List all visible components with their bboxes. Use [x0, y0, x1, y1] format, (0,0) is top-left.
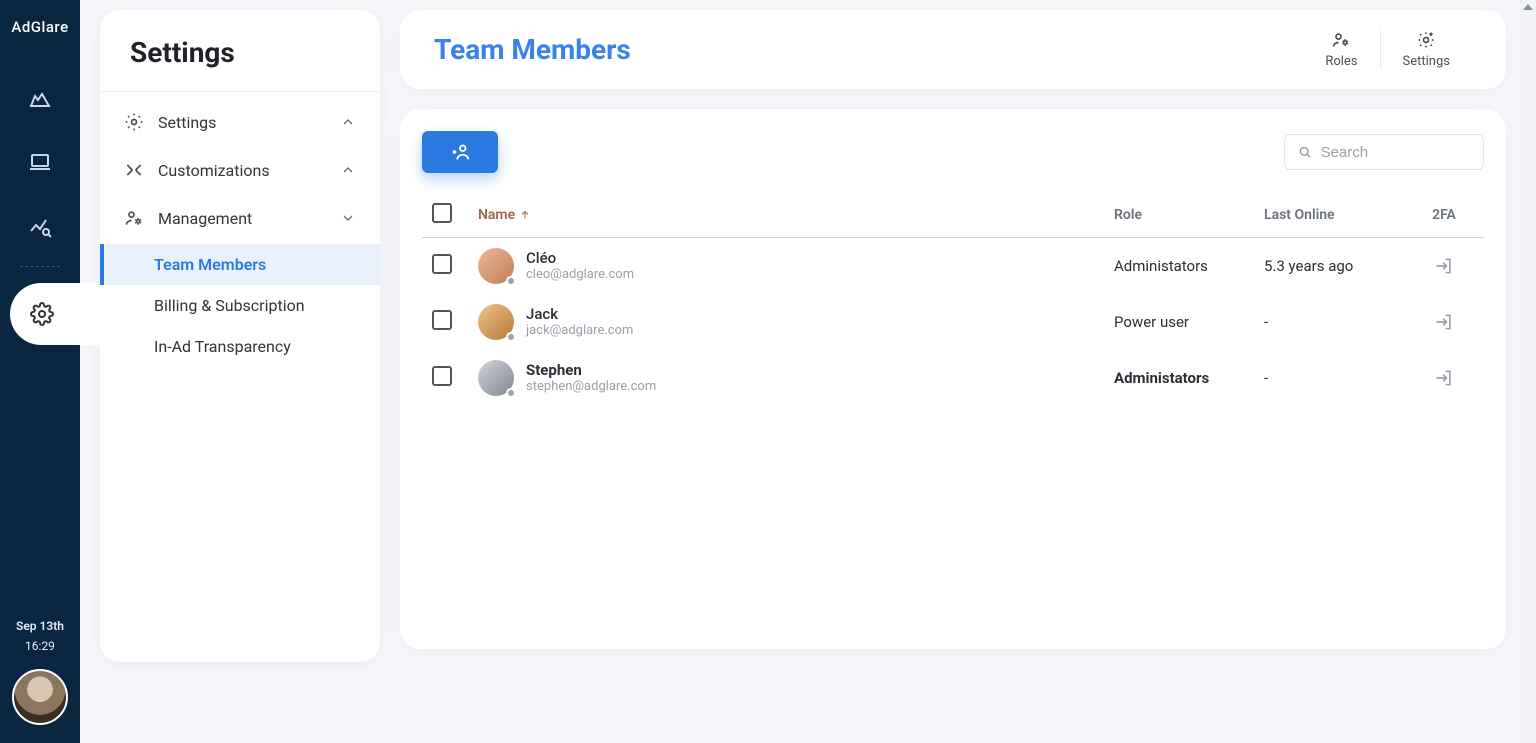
panel-group-label: Management [158, 209, 252, 228]
panel-group-label: Settings [158, 113, 216, 132]
table-row[interactable]: Stephen stephen@adglare.com Administator… [422, 350, 1484, 406]
th-name-label: Name [478, 207, 515, 223]
table-header-row: Name Role Last Online 2FA [422, 193, 1484, 238]
th-last-online[interactable]: Last Online [1264, 207, 1414, 223]
sort-asc-icon [519, 209, 531, 221]
laptop-icon[interactable] [28, 150, 52, 174]
current-user-avatar[interactable] [12, 669, 68, 725]
panel-title: Settings [100, 36, 380, 91]
status-dot-icon [506, 276, 516, 286]
login-icon[interactable] [1434, 368, 1454, 388]
header-action-settings[interactable]: Settings [1380, 30, 1472, 69]
rail-time: 16:29 [25, 639, 55, 653]
scroll-up-arrow-icon [1523, 4, 1533, 10]
person-add-icon [449, 141, 471, 163]
add-member-button[interactable] [422, 131, 498, 173]
settings-panel: Settings Settings Customizations Managem… [100, 10, 380, 662]
chevron-up-icon [340, 114, 356, 130]
gear-icon [30, 302, 54, 326]
member-email: jack@adglare.com [526, 323, 633, 339]
panel-group-settings[interactable]: Settings [100, 98, 380, 146]
left-rail: AdGlare Sep 13th 16:29 [0, 0, 80, 743]
main: Team Members Roles Settings [400, 10, 1506, 649]
search-icon [1297, 143, 1313, 161]
subitem-label: Team Members [154, 255, 266, 274]
rail-divider [20, 266, 60, 267]
subitem-billing[interactable]: Billing & Subscription [100, 285, 380, 326]
rail-settings-active[interactable] [10, 283, 100, 345]
member-last-online: 5.3 years ago [1264, 257, 1414, 275]
subitem-label: Billing & Subscription [154, 296, 305, 315]
th-name[interactable]: Name [478, 207, 1114, 223]
page-title: Team Members [434, 33, 631, 66]
members-table: Name Role Last Online 2FA Cléo cl [422, 193, 1484, 406]
vertical-scrollbar[interactable] [1520, 0, 1536, 743]
sliders-icon [124, 160, 144, 180]
member-last-online: - [1264, 369, 1414, 387]
member-last-online: - [1264, 313, 1414, 331]
gear-icon [124, 112, 144, 132]
avatar [478, 304, 514, 340]
content-card: Name Role Last Online 2FA Cléo cl [400, 109, 1506, 649]
brand-logo[interactable]: AdGlare [11, 18, 68, 36]
brand-text: AdGlare [11, 18, 68, 36]
header-action-label: Settings [1403, 54, 1450, 69]
roles-icon [1331, 30, 1351, 50]
member-name: Cléo [526, 249, 634, 267]
member-role: Power user [1114, 313, 1264, 331]
name-cell: Cléo cleo@adglare.com [478, 248, 1114, 284]
rail-date: Sep 13th [16, 619, 64, 633]
row-checkbox[interactable] [432, 310, 452, 330]
landscape-icon[interactable] [28, 86, 52, 110]
chevron-up-icon [340, 162, 356, 178]
member-role: Administators [1114, 257, 1264, 275]
member-role: Administators [1114, 369, 1264, 387]
analytics-icon[interactable] [28, 214, 52, 238]
panel-group-customizations[interactable]: Customizations [100, 146, 380, 194]
rail-settings-slot [0, 289, 80, 345]
select-all-checkbox[interactable] [432, 203, 452, 223]
th-checkbox [432, 203, 478, 227]
member-email: cleo@adglare.com [526, 267, 634, 283]
th-2fa[interactable]: 2FA [1414, 207, 1474, 223]
header-action-roles[interactable]: Roles [1303, 30, 1379, 69]
page-header: Team Members Roles Settings [400, 10, 1506, 89]
search-input[interactable] [1321, 144, 1471, 161]
member-name: Stephen [526, 361, 656, 379]
row-checkbox[interactable] [432, 254, 452, 274]
table-row[interactable]: Cléo cleo@adglare.com Administators 5.3 … [422, 238, 1484, 294]
status-dot-icon [506, 388, 516, 398]
rail-bottom: Sep 13th 16:29 [12, 619, 68, 743]
name-cell: Jack jack@adglare.com [478, 304, 1114, 340]
panel-group-management[interactable]: Management [100, 194, 380, 242]
panel-group-label: Customizations [158, 161, 270, 180]
subitem-in-ad-transparency[interactable]: In-Ad Transparency [100, 326, 380, 367]
status-dot-icon [506, 332, 516, 342]
panel-divider [100, 91, 380, 92]
header-actions: Roles Settings [1303, 30, 1472, 69]
member-name: Jack [526, 305, 633, 323]
th-role[interactable]: Role [1114, 207, 1264, 223]
gear-plus-icon [1416, 30, 1436, 50]
subitem-label: In-Ad Transparency [154, 337, 291, 356]
chevron-down-icon [340, 210, 356, 226]
avatar [478, 248, 514, 284]
panel-subitems: Team Members Billing & Subscription In-A… [100, 242, 380, 369]
table-row[interactable]: Jack jack@adglare.com Power user - [422, 294, 1484, 350]
header-action-label: Roles [1325, 54, 1357, 69]
login-icon[interactable] [1434, 256, 1454, 276]
login-icon[interactable] [1434, 312, 1454, 332]
rail-nav-icons [28, 86, 52, 238]
table-toolbar [422, 131, 1484, 173]
subitem-team-members[interactable]: Team Members [100, 244, 380, 285]
search-box[interactable] [1284, 134, 1484, 170]
avatar [478, 360, 514, 396]
member-email: stephen@adglare.com [526, 379, 656, 395]
row-checkbox[interactable] [432, 366, 452, 386]
name-cell: Stephen stephen@adglare.com [478, 360, 1114, 396]
manage-accounts-icon [124, 208, 144, 228]
